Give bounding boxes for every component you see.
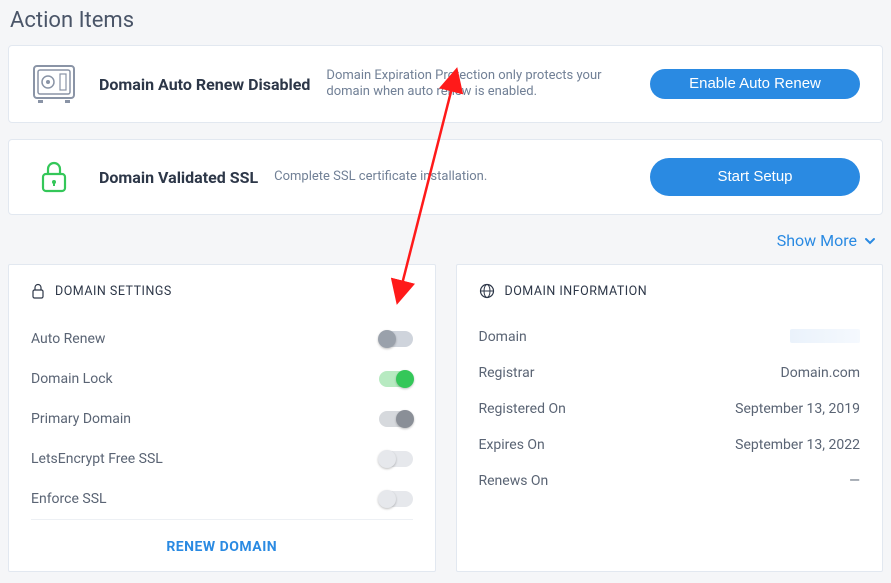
- toggle-enforce-ssl[interactable]: [379, 491, 413, 507]
- info-label: Registered On: [479, 401, 566, 417]
- domain-settings-panel: DOMAIN SETTINGS Auto Renew Domain Lock P…: [8, 264, 436, 572]
- info-row: Expires On September 13, 2022: [479, 427, 861, 463]
- info-row: Registered On September 13, 2019: [479, 391, 861, 427]
- setting-row: Enforce SSL: [31, 479, 413, 519]
- info-value: September 13, 2022: [735, 437, 860, 453]
- action-card-auto-renew: Domain Auto Renew Disabled Domain Expira…: [8, 45, 883, 123]
- panel-header-label: DOMAIN INFORMATION: [505, 284, 648, 299]
- setting-label: Domain Lock: [31, 371, 113, 387]
- lock-small-icon: [31, 283, 45, 299]
- action-card-title: Domain Validated SSL: [99, 168, 258, 187]
- setting-label: Primary Domain: [31, 411, 131, 427]
- info-label: Expires On: [479, 437, 545, 453]
- info-row: Renews On —: [479, 463, 861, 499]
- show-more-link[interactable]: Show More: [8, 231, 877, 250]
- globe-icon: [479, 283, 495, 299]
- info-row: Domain: [479, 319, 861, 355]
- setting-row: Domain Lock: [31, 359, 413, 399]
- action-card-subtitle: Complete SSL certificate installation.: [274, 169, 487, 185]
- toggle-auto-renew[interactable]: [379, 331, 413, 347]
- setting-label: LetsEncrypt Free SSL: [31, 451, 163, 467]
- info-label: Domain: [479, 329, 527, 345]
- info-label: Registrar: [479, 365, 535, 381]
- toggle-letsencrypt-free-ssl[interactable]: [379, 451, 413, 467]
- show-more-label: Show More: [777, 231, 857, 250]
- toggle-primary-domain[interactable]: [379, 411, 413, 427]
- renew-domain-link[interactable]: RENEW DOMAIN: [166, 539, 277, 555]
- setting-row: Primary Domain: [31, 399, 413, 439]
- action-card-ssl: Domain Validated SSL Complete SSL certif…: [8, 139, 883, 215]
- start-setup-button[interactable]: Start Setup: [650, 158, 860, 196]
- info-value: —: [849, 473, 860, 489]
- info-value: September 13, 2019: [735, 401, 860, 417]
- setting-row: Auto Renew: [31, 319, 413, 359]
- info-label: Renews On: [479, 473, 549, 489]
- panel-header-label: DOMAIN SETTINGS: [55, 284, 172, 299]
- safe-icon: [31, 64, 77, 104]
- enable-auto-renew-button[interactable]: Enable Auto Renew: [650, 69, 860, 99]
- domain-information-panel: DOMAIN INFORMATION Domain Registrar Doma…: [456, 264, 884, 572]
- action-card-subtitle: Domain Expiration Protection only protec…: [326, 68, 606, 101]
- info-value-redacted: [790, 329, 860, 343]
- chevron-down-icon: [863, 234, 877, 248]
- info-row: Registrar Domain.com: [479, 355, 861, 391]
- toggle-domain-lock[interactable]: [379, 371, 413, 387]
- action-card-title: Domain Auto Renew Disabled: [99, 75, 310, 94]
- setting-row: LetsEncrypt Free SSL: [31, 439, 413, 479]
- info-value: Domain.com: [781, 365, 860, 381]
- setting-label: Auto Renew: [31, 331, 105, 347]
- page-title: Action Items: [10, 8, 883, 33]
- lock-icon: [31, 160, 77, 194]
- setting-label: Enforce SSL: [31, 491, 107, 507]
